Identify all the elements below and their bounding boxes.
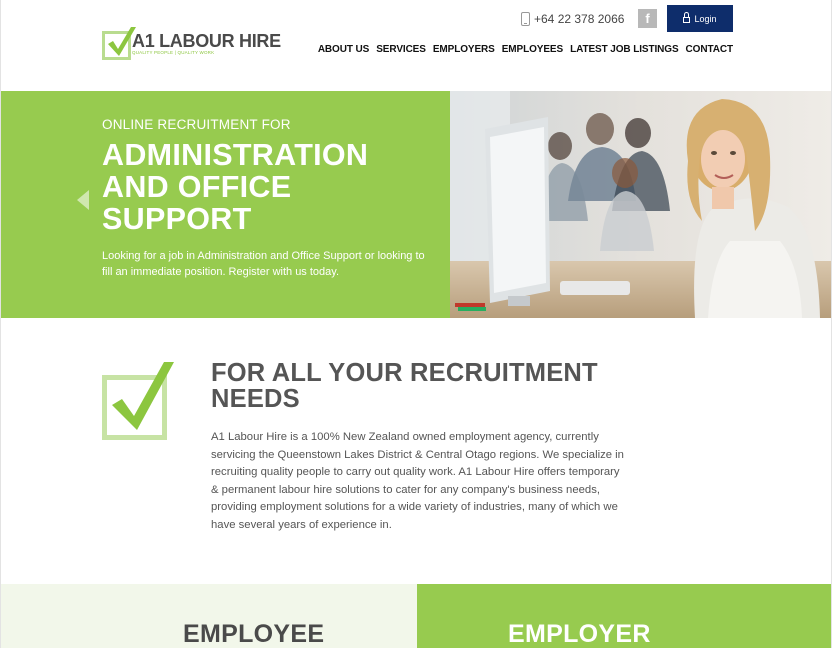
- hero-text-panel: ONLINE RECRUITMENT FOR ADMINISTRATION AN…: [1, 91, 450, 318]
- mobile-phone-icon: [521, 12, 530, 26]
- site-header: A1 LABOUR HIRE QUALITY PEOPLE | QUALITY …: [1, 0, 831, 90]
- logo-wordmark: A1 LABOUR HIRE: [132, 31, 281, 51]
- nav-contact[interactable]: CONTACT: [686, 44, 734, 55]
- slider-prev-icon[interactable]: [75, 188, 91, 212]
- phone-contact[interactable]: +64 22 378 2066: [521, 10, 624, 28]
- office-scene-image: [450, 91, 831, 318]
- nav-services[interactable]: SERVICES: [376, 44, 426, 55]
- phone-number: +64 22 378 2066: [534, 12, 625, 26]
- logo-tagline: QUALITY PEOPLE | QUALITY WORK: [132, 50, 215, 55]
- employer-heading: EMPLOYER: [508, 620, 651, 648]
- nav-about-us[interactable]: ABOUT US: [318, 44, 370, 55]
- login-button[interactable]: Login: [667, 5, 733, 32]
- intro-heading: FOR ALL YOUR RECRUITMENT NEEDS: [211, 359, 598, 413]
- hero-banner: ONLINE RECRUITMENT FOR ADMINISTRATION AN…: [1, 91, 831, 318]
- site-logo[interactable]: A1 LABOUR HIRE QUALITY PEOPLE | QUALITY …: [102, 24, 281, 66]
- employee-heading: EMPLOYEE: [183, 620, 325, 648]
- hero-office-photo: [450, 91, 831, 318]
- facebook-icon[interactable]: f: [638, 9, 657, 28]
- hero-description: Looking for a job in Administration and …: [102, 250, 425, 278]
- hero-kicker: ONLINE RECRUITMENT FOR: [102, 117, 291, 132]
- hero-title: ADMINISTRATION AND OFFICE SUPPORT: [102, 138, 369, 236]
- intro-paragraph: A1 Labour Hire is a 100% New Zealand own…: [211, 431, 624, 531]
- lock-icon: [683, 11, 691, 23]
- checkmark-logo-icon: [102, 27, 136, 60]
- login-label: Login: [694, 13, 717, 24]
- nav-employers[interactable]: EMPLOYERS: [433, 44, 495, 55]
- checkmark-icon: [102, 362, 174, 440]
- page-frame: A1 LABOUR HIRE QUALITY PEOPLE | QUALITY …: [0, 0, 832, 648]
- main-nav: ABOUT US SERVICES EMPLOYERS EMPLOYEES LA…: [318, 44, 733, 55]
- nav-latest-job-listings[interactable]: LATEST JOB LISTINGS: [570, 44, 679, 55]
- nav-employees[interactable]: EMPLOYEES: [502, 44, 563, 55]
